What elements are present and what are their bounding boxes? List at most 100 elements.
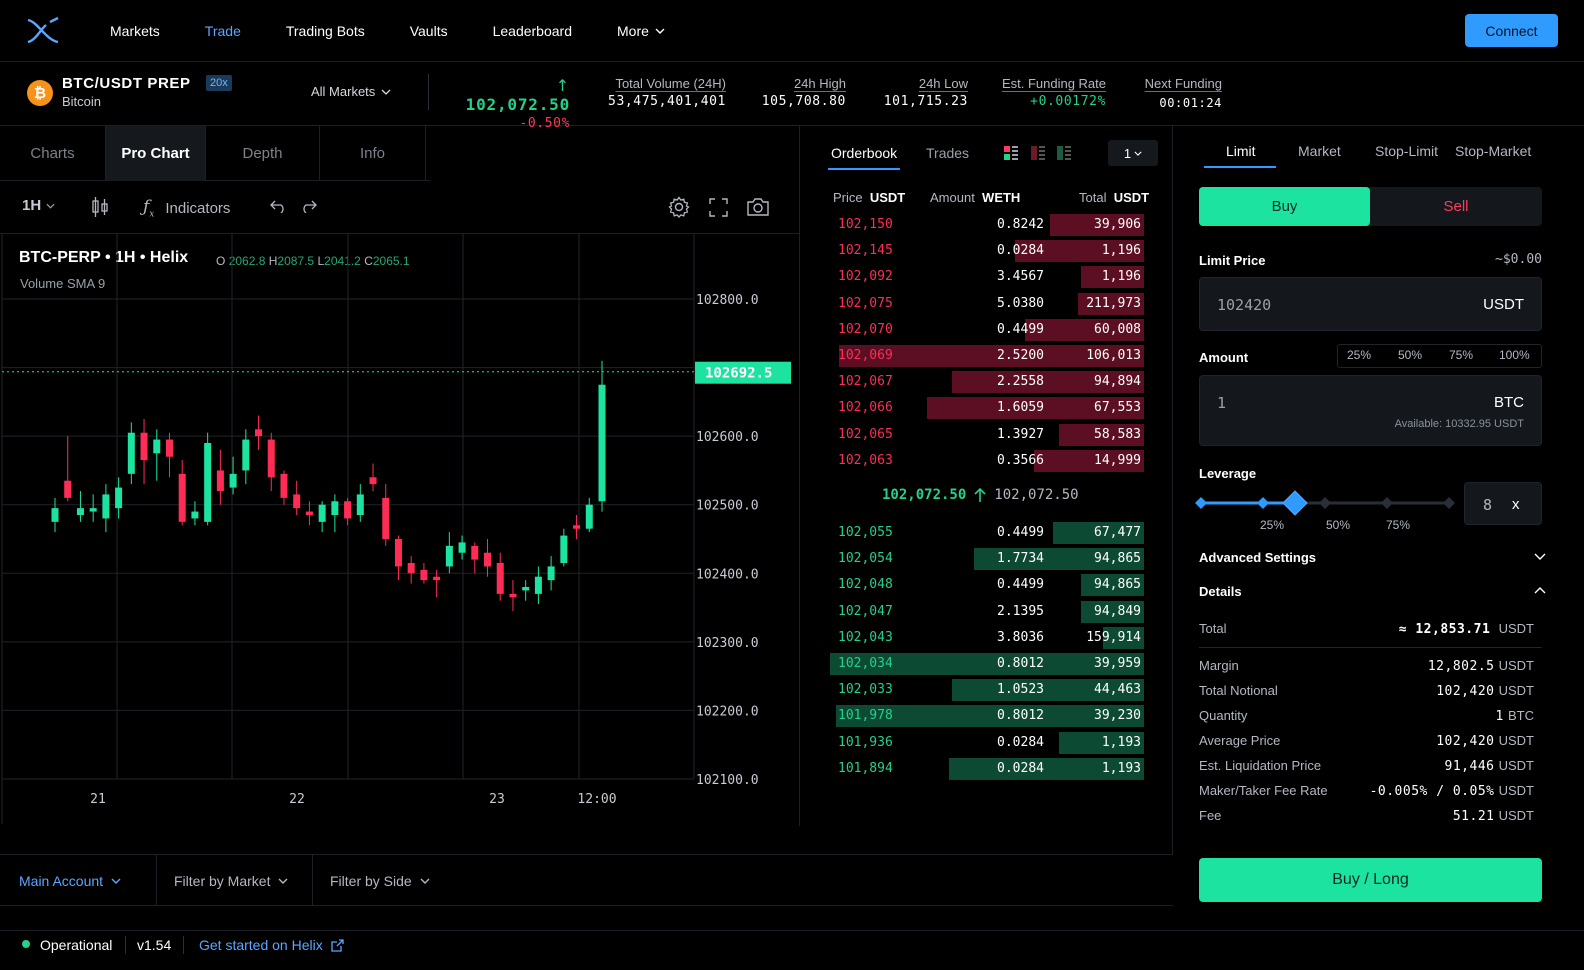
chevron-up-icon[interactable]: [1534, 587, 1546, 594]
camera-icon[interactable]: [746, 197, 770, 217]
asks-row[interactable]: 102,150 0.8242 39,906: [830, 213, 1144, 237]
detail-row: Fee 51.21 USDT: [1199, 808, 1534, 824]
bids-row[interactable]: 102,055 0.4499 67,477: [830, 521, 1144, 545]
bids-row[interactable]: 101,978 0.8012 39,230: [830, 704, 1144, 728]
bids-row[interactable]: 102,048 0.4499 94,865: [830, 573, 1144, 597]
nav-vaults[interactable]: Vaults: [410, 23, 448, 39]
detail-unit: USDT: [1498, 683, 1534, 698]
candle-body: [140, 432, 148, 461]
redo-icon[interactable]: [300, 199, 317, 213]
nav-more[interactable]: More: [617, 23, 665, 39]
candle-body: [382, 497, 390, 539]
leverage-slider[interactable]: [1192, 489, 1456, 519]
filter-market-dropdown[interactable]: Filter by Market: [174, 873, 288, 889]
bids-row[interactable]: 102,033 1.0523 44,463: [830, 678, 1144, 702]
limit-price-input[interactable]: 102420 USDT: [1199, 277, 1542, 331]
spread-mark-price: 102,072.50: [994, 487, 1079, 503]
ob-price-unit: USDT: [869, 190, 906, 205]
candle-body: [407, 563, 415, 574]
bids-row[interactable]: 102,043 3.8036 159,914: [830, 626, 1144, 650]
leverage-input[interactable]: 8 x: [1464, 482, 1542, 525]
account-dropdown[interactable]: Main Account: [19, 873, 121, 889]
tab-market[interactable]: Market: [1298, 143, 1341, 159]
bids-row[interactable]: 101,936 0.0284 1,193: [830, 731, 1144, 755]
asks-row[interactable]: 102,065 1.3927 58,583: [830, 423, 1144, 447]
undo-icon[interactable]: [270, 199, 287, 213]
book-both-view-icon[interactable]: [1004, 146, 1018, 160]
tab-orderbook[interactable]: Orderbook: [831, 145, 897, 161]
detail-value: 91,446: [1444, 759, 1495, 774]
tab-depth[interactable]: Depth: [206, 126, 320, 181]
precision-dropdown[interactable]: 1: [1108, 140, 1158, 166]
bids-row[interactable]: 102,054 1.7734 94,865: [830, 547, 1144, 571]
advanced-settings-label[interactable]: Advanced Settings: [1199, 550, 1316, 565]
amount-pct-25[interactable]: 25%: [1347, 348, 1371, 362]
settings-gear-icon[interactable]: [668, 196, 690, 218]
tab-charts[interactable]: Charts: [0, 126, 106, 181]
book-asks-view-icon[interactable]: [1031, 146, 1045, 160]
tab-stop-market[interactable]: Stop-Market: [1455, 143, 1531, 159]
bids-price: 102,054: [838, 551, 893, 567]
candle-body: [356, 494, 364, 515]
bids-row[interactable]: 102,047 2.1395 94,849: [830, 600, 1144, 624]
tab-pro-chart[interactable]: Pro Chart: [106, 126, 206, 181]
asks-row[interactable]: 102,092 3.4567 1,196: [830, 265, 1144, 289]
asks-row[interactable]: 102,069 2.5200 106,013: [830, 344, 1144, 368]
amount-pct-100[interactable]: 100%: [1499, 348, 1530, 362]
stat-24h-low: 24h Low 101,715.23: [868, 76, 968, 109]
all-markets-dropdown[interactable]: All Markets: [311, 84, 391, 99]
tab-info[interactable]: Info: [320, 126, 426, 181]
connect-button[interactable]: Connect: [1465, 14, 1558, 47]
filter-side-dropdown[interactable]: Filter by Side: [330, 873, 430, 889]
leverage-thumb[interactable]: [1282, 490, 1308, 516]
amount-pct-50[interactable]: 50%: [1398, 348, 1422, 362]
amount-input[interactable]: 1 BTC Available: 10332.95 USDT: [1199, 375, 1542, 446]
detail-row: Total Notional 102,420 USDT: [1199, 683, 1534, 699]
amount-pct-75[interactable]: 75%: [1449, 348, 1473, 362]
helix-logo-icon[interactable]: [26, 16, 60, 46]
last-price-value: 102,072.50: [465, 95, 570, 114]
asks-row[interactable]: 102,063 0.3566 14,999: [830, 449, 1144, 473]
external-link-icon: [331, 938, 344, 952]
details-divider: [1199, 647, 1542, 648]
candle-body: [560, 535, 568, 563]
fullscreen-icon[interactable]: [709, 198, 728, 217]
interval-dropdown[interactable]: 1H: [22, 197, 55, 214]
asks-row[interactable]: 102,075 5.0380 211,973: [830, 292, 1144, 316]
bids-row[interactable]: 101,894 0.0284 1,193: [830, 757, 1144, 781]
get-started-link[interactable]: Get started on Helix: [199, 937, 344, 953]
candlestick-chart[interactable]: 102800.0102700.0102600.0102500.0102400.0…: [0, 234, 800, 824]
nav-trading-bots[interactable]: Trading Bots: [286, 23, 365, 39]
tab-stop-limit[interactable]: Stop-Limit: [1375, 143, 1438, 159]
bids-row[interactable]: 102,034 0.8012 39,959: [830, 652, 1144, 676]
limit-price-label: Limit Price: [1199, 253, 1266, 268]
bids-price: 101,936: [838, 734, 893, 750]
asks-row[interactable]: 102,145 0.0284 1,196: [830, 239, 1144, 263]
market-symbol[interactable]: BTC/USDT PREP: [62, 75, 191, 92]
buy-side-button[interactable]: Buy: [1199, 187, 1370, 226]
candle-body: [369, 477, 377, 485]
asks-row[interactable]: 102,070 0.4499 60,008: [830, 318, 1144, 342]
filter-divider: [156, 854, 157, 906]
nav-trade[interactable]: Trade: [205, 23, 241, 39]
asks-total: 39,906: [1094, 217, 1141, 232]
leverage-mark-50: 50%: [1326, 518, 1351, 532]
asks-row[interactable]: 102,067 2.2558 94,894: [830, 370, 1144, 394]
bids-amount: 1.0523: [997, 682, 1044, 698]
sell-side-button[interactable]: Sell: [1370, 187, 1542, 226]
y-tick-label: 102800.0: [696, 293, 759, 308]
tab-limit[interactable]: Limit: [1226, 143, 1256, 159]
buy-long-button[interactable]: Buy / Long: [1199, 858, 1542, 902]
candlestick-type-icon[interactable]: [91, 196, 109, 218]
last-price: ↑ 102,072.50: [448, 76, 570, 114]
asks-row[interactable]: 102,066 1.6059 67,553: [830, 396, 1144, 420]
leverage-step-marker: [1195, 497, 1207, 509]
nav-markets[interactable]: Markets: [110, 23, 160, 39]
details-label[interactable]: Details: [1199, 584, 1242, 599]
tab-trades[interactable]: Trades: [926, 145, 969, 161]
indicators-button[interactable]: ƒx Indicators: [143, 197, 230, 219]
nav-leaderboard[interactable]: Leaderboard: [493, 23, 572, 39]
bids-total: 39,230: [1094, 708, 1141, 724]
chevron-down-icon[interactable]: [1534, 553, 1546, 560]
book-bids-view-icon[interactable]: [1057, 146, 1071, 160]
